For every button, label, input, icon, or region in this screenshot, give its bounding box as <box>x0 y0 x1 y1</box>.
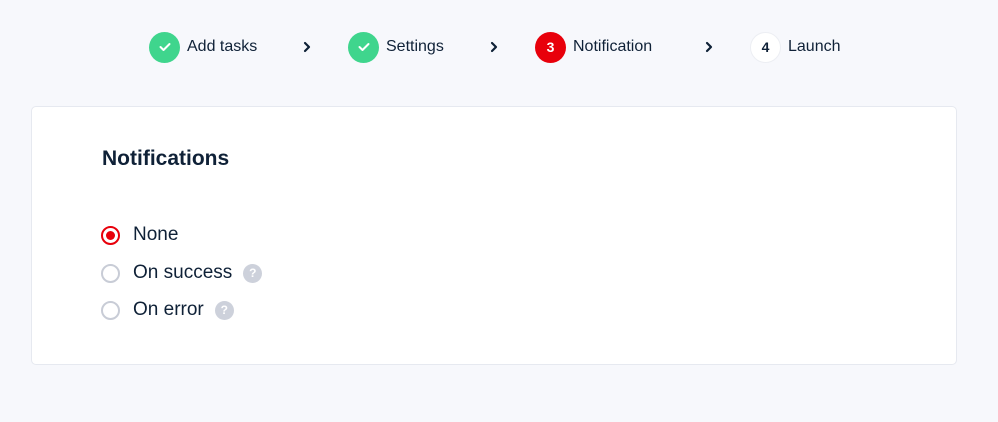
radio-option-none[interactable]: None <box>101 223 178 247</box>
chevron-right-icon <box>704 39 714 55</box>
step-launch[interactable]: 4 Launch <box>750 31 841 63</box>
radio-label[interactable]: On error <box>133 299 204 321</box>
help-icon[interactable]: ? <box>214 300 234 320</box>
section-title: Notifications <box>102 147 230 170</box>
radio-option-on-error[interactable]: On error ? <box>101 298 234 322</box>
step-label: Settings <box>386 38 444 55</box>
step-complete-badge <box>348 31 379 63</box>
step-notification[interactable]: 3 Notification <box>535 31 652 63</box>
step-label: Add tasks <box>187 38 258 55</box>
step-label: Launch <box>788 38 841 55</box>
step-number-badge: 4 <box>750 31 781 63</box>
notifications-card: Notifications None On success ? On error… <box>31 106 957 365</box>
check-icon <box>358 43 369 51</box>
radio-button[interactable] <box>101 225 120 245</box>
step-label: Notification <box>573 38 653 55</box>
step-add-tasks[interactable]: Add tasks <box>149 31 257 63</box>
help-icon[interactable]: ? <box>243 263 263 283</box>
chevron-right-icon <box>302 39 312 55</box>
check-icon <box>159 43 170 51</box>
stepper: Add tasks Settings 3 Notification 4 Laun… <box>0 31 998 63</box>
step-settings[interactable]: Settings <box>348 31 444 63</box>
radio-button[interactable] <box>101 300 120 320</box>
step-number-badge: 3 <box>535 31 566 63</box>
radio-label[interactable]: On success <box>133 262 232 284</box>
step-complete-badge <box>149 31 180 63</box>
radio-selected-dot <box>106 230 115 240</box>
chevron-right-icon <box>489 39 499 55</box>
radio-label[interactable]: None <box>133 224 178 246</box>
radio-button[interactable] <box>101 263 120 283</box>
radio-option-on-success[interactable]: On success ? <box>101 261 263 285</box>
